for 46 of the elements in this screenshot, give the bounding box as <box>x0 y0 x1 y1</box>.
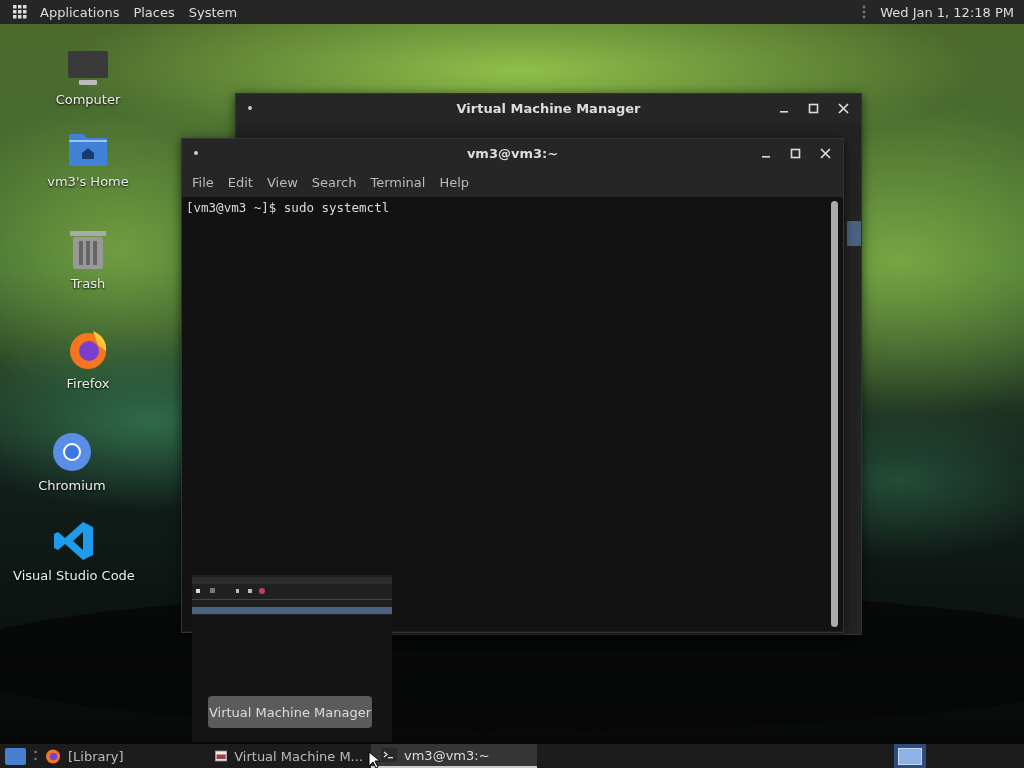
menu-item[interactable]: Edit <box>220 174 260 190</box>
terminal-icon <box>381 748 397 762</box>
window-menu-dot[interactable] <box>248 106 252 110</box>
icon-label[interactable]: Computer <box>55 92 121 107</box>
taskbar-button[interactable]: vm3@vm3:~ <box>371 744 537 768</box>
panel-menu[interactable]: System <box>181 4 245 20</box>
menu-item[interactable]: File <box>185 174 221 190</box>
maximize-icon <box>790 148 800 158</box>
minimize-icon <box>761 155 770 158</box>
window-title: Virtual Machine Manager <box>456 100 641 116</box>
window-title: vm3@vm3:~ <box>466 145 559 161</box>
trash-icon <box>69 228 107 270</box>
app-window-icon <box>215 749 228 763</box>
taskbar-button[interactable]: [Library] <box>45 744 205 768</box>
maximize-icon <box>808 103 818 113</box>
firefox-icon <box>45 748 61 764</box>
firefox-icon <box>67 328 109 370</box>
monitor-icon <box>67 50 109 86</box>
menu-item[interactable]: Help <box>432 174 477 190</box>
chromium-icon <box>52 432 92 472</box>
scrollbar[interactable] <box>831 201 838 627</box>
menu-item[interactable]: View <box>259 174 305 190</box>
icon-label[interactable]: Firefox <box>66 376 110 391</box>
menu-item[interactable]: Search <box>304 174 364 190</box>
close-icon <box>837 102 849 114</box>
icon-label[interactable]: vm3's Home <box>47 174 129 189</box>
minimize-icon <box>779 110 788 113</box>
close-icon <box>819 147 831 159</box>
terminal-line: [vm3@vm3 ~]$ sudo systemctl <box>186 200 391 216</box>
drag-handle-icon <box>34 750 37 762</box>
show-desktop-button[interactable] <box>5 747 26 765</box>
icon-label[interactable]: Chromium <box>38 478 106 493</box>
panel-menu[interactable]: Places <box>126 4 182 20</box>
taskbar-button[interactable]: Virtual Machine M... <box>207 744 371 768</box>
workspace-switcher[interactable] <box>894 744 926 768</box>
icon-label[interactable]: Visual Studio Code <box>13 568 135 583</box>
mouse-cursor-icon <box>368 751 380 768</box>
selection-strip <box>847 221 861 246</box>
panel-menu[interactable]: Applications <box>33 4 127 20</box>
clock[interactable]: Wed Jan 1, 12:18 PM <box>880 4 1014 20</box>
apps-grid-icon[interactable] <box>13 5 27 19</box>
tooltip-button[interactable]: Virtual Machine Manager <box>208 696 372 728</box>
window-menu-dot[interactable] <box>194 151 198 155</box>
code-editor-icon <box>53 520 95 562</box>
menu-item[interactable]: Terminal <box>363 174 433 190</box>
drag-handle-icon <box>862 5 867 19</box>
